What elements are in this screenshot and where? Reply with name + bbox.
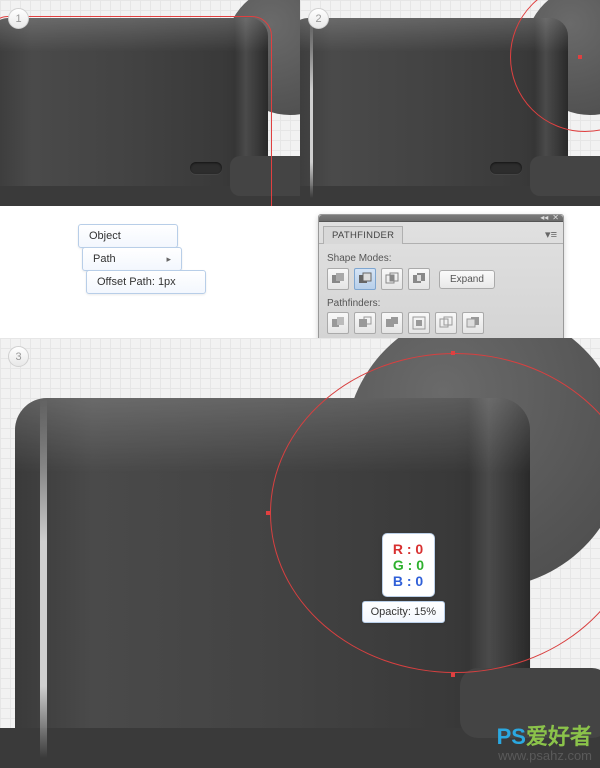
pathfinders-row — [327, 312, 555, 334]
anchor-point — [451, 673, 455, 677]
rgb-swatch: R : 0 G : 0 B : 0 — [382, 533, 435, 597]
device-arm — [230, 156, 300, 196]
unite-button[interactable] — [327, 268, 349, 290]
watermark-brand: PS爱好者 — [497, 719, 592, 751]
anchor-point — [578, 55, 582, 59]
menu-object[interactable]: Object — [78, 224, 178, 248]
brand-ps: PS — [497, 724, 526, 749]
device-arm — [530, 156, 600, 196]
device-body — [15, 398, 530, 768]
exclude-button[interactable] — [408, 268, 430, 290]
light-edge — [40, 398, 47, 758]
expand-button[interactable]: Expand — [439, 270, 495, 289]
menu-label: Offset Path: 1px — [97, 276, 176, 288]
light-edge — [310, 18, 313, 198]
merge-button[interactable] — [381, 312, 403, 334]
opacity-label: Opacity: 15% — [362, 601, 445, 623]
menu-offset-path[interactable]: Offset Path: 1px — [86, 270, 206, 294]
shape-modes-label: Shape Modes: — [327, 253, 555, 264]
step-badge: 3 — [8, 346, 29, 367]
step-badge: 2 — [308, 8, 329, 29]
step-2-canvas: 2 — [300, 0, 600, 206]
rgb-r-value: R : 0 — [393, 541, 424, 557]
minus-front-button[interactable] — [354, 268, 376, 290]
device-body — [0, 18, 268, 206]
menu-label: Object — [89, 230, 121, 242]
watermark-url: www.psahz.com — [497, 748, 592, 763]
divide-button[interactable] — [327, 312, 349, 334]
watermark: PS爱好者 www.psahz.com — [497, 719, 592, 763]
panel-menu-icon[interactable]: ▾≡ — [545, 228, 557, 241]
anchor-point — [451, 351, 455, 355]
highlight-edge — [0, 18, 268, 206]
panel-body: Shape Modes: Expand Pathfinders: — [319, 243, 563, 340]
collapse-icon[interactable]: ◂◂ — [540, 214, 548, 222]
crop-button[interactable] — [408, 312, 430, 334]
panel-topbar: ◂◂ ✕ — [319, 215, 563, 222]
button-indent — [490, 162, 522, 174]
highlight-edge — [15, 398, 530, 768]
minus-back-button[interactable] — [462, 312, 484, 334]
highlight-edge — [300, 18, 568, 206]
menu-label: Path — [93, 253, 116, 265]
step-3-canvas: 3 R : 0 G : 0 B : 0 Opacity: 15% — [0, 338, 600, 768]
close-icon[interactable]: ✕ — [552, 214, 559, 222]
anchor-point — [266, 511, 270, 515]
rgb-g-value: G : 0 — [393, 557, 424, 573]
device-body — [300, 18, 568, 206]
shape-modes-row: Expand — [327, 268, 555, 290]
menu-path[interactable]: Path ▸ — [82, 247, 182, 271]
step-1-canvas: 1 — [0, 0, 300, 206]
step-badge: 1 — [8, 8, 29, 29]
pathfinder-tab[interactable]: PATHFINDER — [323, 226, 403, 244]
outline-button[interactable] — [435, 312, 457, 334]
submenu-arrow-icon: ▸ — [166, 254, 171, 265]
trim-button[interactable] — [354, 312, 376, 334]
rgb-b-value: B : 0 — [393, 573, 424, 589]
controls-strip: Object Path ▸ Offset Path: 1px ◂◂ ✕ PATHF… — [0, 206, 600, 338]
menu-cascade: Object Path ▸ Offset Path: 1px — [78, 224, 206, 293]
pathfinder-panel: ◂◂ ✕ PATHFINDER ▾≡ Shape Modes: Expand P… — [318, 214, 564, 341]
brand-text: 爱好者 — [526, 724, 592, 749]
intersect-button[interactable] — [381, 268, 403, 290]
button-indent — [190, 162, 222, 174]
pathfinders-label: Pathfinders: — [327, 298, 555, 309]
